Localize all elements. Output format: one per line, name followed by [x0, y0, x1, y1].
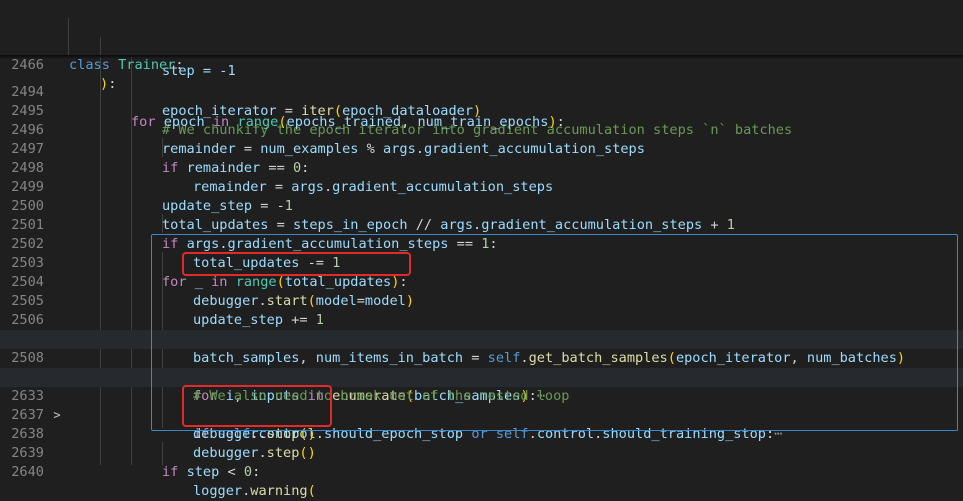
line-number: 2640 [11, 464, 44, 480]
code-line[interactable]: 2501 if args.gradient_accumulation_steps… [0, 197, 963, 252]
code-line[interactable]: 2498 remainder = args.gradient_accumulat… [0, 140, 963, 195]
code-line[interactable]: 2500 total_updates = steps_in_epoch // a… [0, 178, 963, 233]
indent-guide [68, 37, 69, 55]
code-line[interactable]: 2499 update_step = -1 [0, 159, 963, 214]
code-line[interactable]: 2638 debugger.step() [0, 406, 963, 461]
code-line[interactable]: 2639 if step < 0: [0, 425, 963, 480]
code-text: logger.warning( [193, 483, 316, 499]
sticky-scroll-line[interactable]: 2466 for epoch in range(epochs_trained, … [0, 37, 963, 130]
code-line-folded[interactable]: 2633 > if self.control.should_epoch_stop… [0, 368, 963, 442]
code-text: if step < 0: [162, 464, 261, 480]
code-line[interactable]: 2637 debugger.stop() [0, 387, 963, 442]
code-line[interactable]: 2495 # We chunkify the epoch iterator in… [0, 83, 963, 138]
code-line[interactable]: 2640 logger.warning( [0, 444, 963, 499]
code-line[interactable]: 2502 total_updates -= 1 [0, 216, 963, 271]
code-line-folded[interactable]: 2508 > for i, inputs in enumerate(batch_… [0, 330, 963, 404]
code-line[interactable]: 2503 for _ in range(total_updates): [0, 235, 963, 290]
indent-guide [100, 37, 101, 55]
code-text: ): [100, 76, 117, 92]
code-text: for epoch in range(epochs_trained, num_t… [131, 114, 565, 130]
code-line[interactable]: 2505 update_step += 1 [0, 273, 963, 328]
code-line[interactable]: 2632 # We also need to break out of the … [0, 349, 963, 404]
sticky-scroll-line[interactable]: 320 ⌄ class Trainer: [0, 0, 963, 73]
code-line[interactable]: 2506 num_batches = args.gradient_accumul… [0, 292, 963, 347]
sticky-scroll-shadow [0, 55, 963, 59]
code-line[interactable]: 2504 debugger.start(model=model) [0, 254, 963, 309]
sticky-scroll-line[interactable]: 2256 ): [0, 18, 963, 92]
code-line[interactable]: 2507 batch_samples, num_items_in_batch =… [0, 311, 963, 366]
indent-guide [68, 18, 69, 37]
